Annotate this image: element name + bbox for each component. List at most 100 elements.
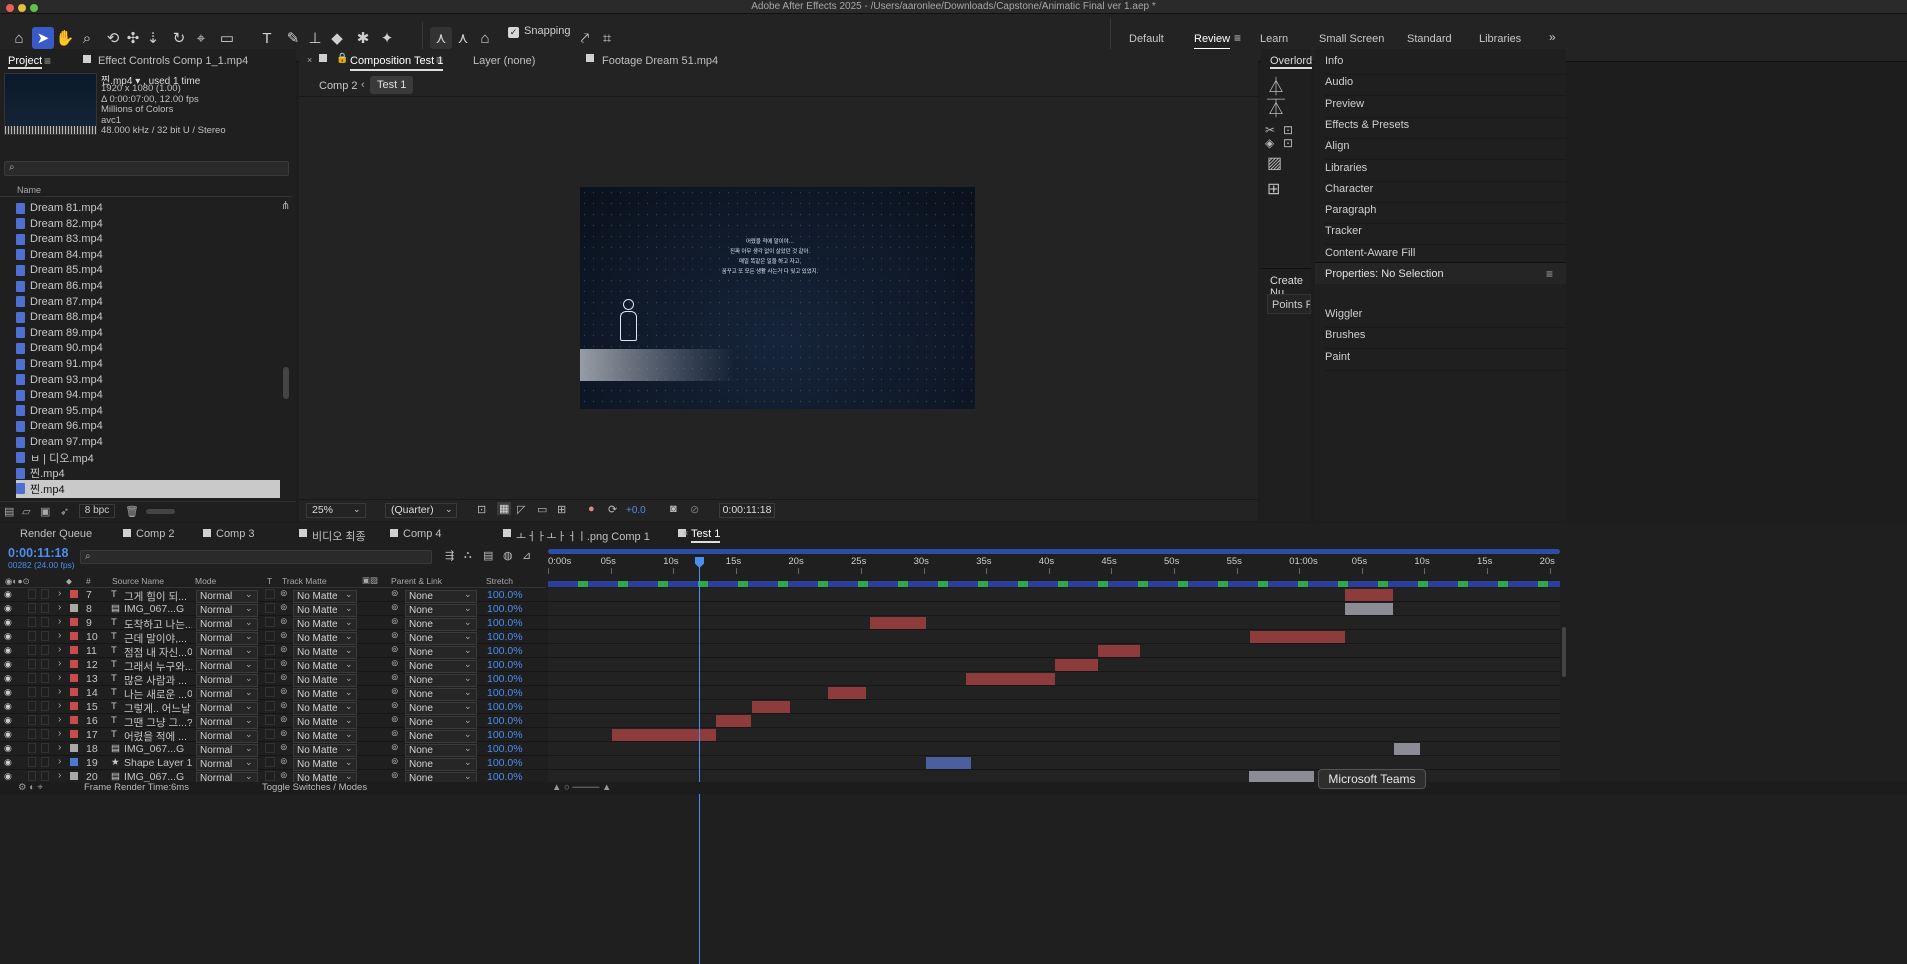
layer-duration-bar[interactable] [612,729,716,741]
visibility-eye-icon[interactable]: ◉ [4,673,12,684]
visibility-eye-icon[interactable]: ◉ [4,603,12,614]
track-matte-pickwhip-icon[interactable]: ⊚ [280,616,288,627]
parent-pickwhip-icon[interactable]: ⊚ [391,714,399,725]
timeline-timecode[interactable]: 0:00:11:18 [8,546,68,560]
timeline-search-input[interactable]: ⌕ [80,550,432,564]
panel-item-character[interactable]: Character [1325,183,1566,203]
overlord-tool-icon[interactable]: ⊡ [1283,123,1293,137]
overlord-title[interactable]: Overlord [1270,55,1313,69]
track-matte-pickwhip-icon[interactable]: ⊚ [280,714,288,725]
expand-chevron-icon[interactable]: › [58,686,61,697]
parent-pickwhip-icon[interactable]: ⊚ [391,658,399,669]
label-color-swatch[interactable] [70,688,78,696]
preserve-transparency-toggle[interactable] [265,589,275,599]
workspace-learn[interactable]: Learn [1260,33,1288,45]
audio-toggle[interactable] [28,715,36,725]
parent-pickwhip-icon[interactable]: ⊚ [391,756,399,767]
track-matte-pickwhip-icon[interactable]: ⊚ [280,658,288,669]
workspace-small-screen[interactable]: Small Screen [1319,33,1384,45]
label-color-swatch[interactable] [70,744,78,752]
type-tool-icon[interactable]: T [256,27,278,49]
current-time-indicator[interactable] [699,559,700,964]
thumbnail-size-slider[interactable] [146,509,175,514]
layer-duration-bar[interactable] [966,673,1055,685]
track-matte-pickwhip-icon[interactable]: ⊚ [280,770,288,781]
project-item[interactable]: 찐.mp4 [16,479,280,498]
layer-duration-bar[interactable] [1345,603,1393,615]
visibility-eye-icon[interactable]: ◉ [4,715,12,726]
av-features-icon[interactable]: ◉◐●⊙ [5,576,30,587]
track-matte-pickwhip-icon[interactable]: ⊚ [280,756,288,767]
viewer-menu-icon[interactable]: ≡ [436,53,443,67]
timeline-tab[interactable]: Comp 2 [136,528,175,540]
column-track-matte[interactable]: Track Matte [282,576,327,586]
rectangle-tool-icon[interactable]: ▭ [216,27,238,49]
panel-menu-icon[interactable]: ≡ [44,54,51,68]
preserve-transparency-toggle[interactable] [265,687,275,697]
timeline-tab[interactable]: Render Queue [20,528,92,540]
new-folder-icon[interactable]: ▱ [22,505,30,518]
label-color-swatch[interactable] [70,772,78,780]
expand-chevron-icon[interactable]: › [58,742,61,753]
timeline-tab[interactable]: Comp 3 [216,528,255,540]
overlord-tool-icon[interactable]: ✂ [1265,123,1275,137]
region-of-interest-icon[interactable]: ▭ [537,503,547,516]
preserve-transparency-toggle[interactable] [265,729,275,739]
timeline-tab[interactable]: Comp 4 [403,528,442,540]
panel-item-paragraph[interactable]: Paragraph [1325,204,1566,225]
layer-duration-bar[interactable] [926,757,971,769]
reset-exposure-icon[interactable]: ⟳ [608,503,617,516]
selection-tool-icon[interactable]: ➤ [32,27,54,49]
overlord-tool-icon[interactable]: ▨ [1267,153,1282,173]
lock-toggle[interactable] [41,687,49,697]
rotation-tool-icon[interactable]: ↻ [168,27,190,49]
audio-toggle[interactable] [28,743,36,753]
expand-chevron-icon[interactable]: › [58,588,61,599]
column-num[interactable]: # [86,576,91,586]
label-color-swatch[interactable] [70,730,78,738]
eraser-tool-icon[interactable]: ◆ [326,27,348,49]
transparency-grid-icon[interactable]: ▦ [497,502,512,515]
panel-item-libraries[interactable]: Libraries [1325,162,1566,182]
orbit-camera-icon[interactable]: ⟲ [102,27,124,49]
panel-item-preview[interactable]: Preview [1325,98,1566,118]
stretch-value[interactable]: 100.0% [487,617,523,629]
label-column-icon[interactable]: ⬥ [66,576,72,587]
preserve-transparency-toggle[interactable] [265,645,275,655]
label-color-swatch[interactable] [70,660,78,668]
preserve-transparency-toggle[interactable] [265,673,275,683]
expand-chevron-icon[interactable]: › [58,616,61,627]
label-color-swatch[interactable] [70,590,78,598]
expand-chevron-icon[interactable]: › [58,658,61,669]
track-matte-pickwhip-icon[interactable]: ⊚ [280,700,288,711]
visibility-eye-icon[interactable]: ◉ [4,589,12,600]
stretch-value[interactable]: 100.0% [487,659,523,671]
lock-toggle[interactable] [41,589,49,599]
brush-tool-icon[interactable]: ⊥ [304,27,326,49]
label-color-swatch[interactable] [70,758,78,766]
footer-switch-icons[interactable]: ⚙ ◐ ⌖ [18,782,43,793]
visibility-eye-icon[interactable]: ◉ [4,757,12,768]
layer-duration-bar[interactable] [752,701,790,713]
work-area-bar[interactable] [548,549,1560,554]
audio-toggle[interactable] [28,757,36,767]
layer-duration-bar[interactable] [1098,645,1140,657]
layer-duration-bar[interactable] [1394,743,1420,755]
stretch-value[interactable]: 100.0% [487,729,523,741]
panel-menu-icon[interactable]: ≡ [1546,267,1553,281]
panel-item-effects-presets[interactable]: Effects & Presets [1325,119,1566,139]
snap-edges-icon[interactable]: ⤤ [574,27,596,49]
expand-chevron-icon[interactable]: › [58,756,61,767]
parent-pickwhip-icon[interactable]: ⊚ [391,770,399,781]
timeline-tab[interactable]: 비디오 최종 [312,528,366,544]
playhead-handle[interactable] [695,557,704,568]
column-t[interactable]: T [267,576,272,586]
audio-toggle[interactable] [28,673,36,683]
lock-toggle[interactable] [41,631,49,641]
expand-chevron-icon[interactable]: › [58,770,61,781]
mask-visibility-icon[interactable]: ◸ [517,503,525,516]
snapshot-icon[interactable]: ◙ [670,503,677,515]
column-name[interactable]: Name [17,185,41,195]
composition-canvas[interactable]: 어렸을 적에 말이야… 진짜 아무 생각 없이 살았던 것 같아. 매일 똑같은… [580,187,975,409]
panel-item-brushes[interactable]: Brushes [1325,329,1566,350]
